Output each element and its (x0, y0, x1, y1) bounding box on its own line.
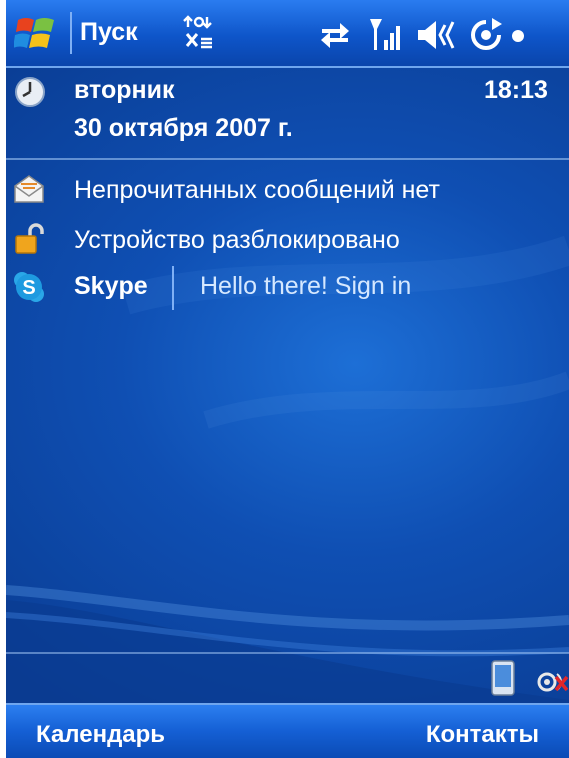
title-bar: Пуск (6, 0, 569, 68)
day-of-week[interactable]: вторник (74, 76, 174, 105)
messages-row[interactable]: Непрочитанных сообщений нет (74, 176, 440, 205)
skype-icon: S (14, 272, 44, 302)
connectivity-icon[interactable] (318, 18, 352, 52)
clock-icon[interactable] (14, 76, 46, 108)
divider (6, 158, 569, 160)
device-icon[interactable] (490, 660, 516, 696)
soft-key-bar: Календарь Контакты (6, 703, 569, 758)
windows-flag-icon[interactable] (14, 10, 58, 56)
time-label[interactable]: 18:13 (484, 76, 548, 105)
skype-name[interactable]: Skype (74, 272, 148, 301)
device-lock-row[interactable]: Устройство разблокировано (74, 226, 400, 255)
skype-status[interactable]: Hello there! Sign in (200, 272, 411, 301)
volume-icon[interactable] (416, 18, 458, 52)
start-button[interactable]: Пуск (80, 18, 138, 47)
status-dot (512, 30, 524, 42)
today-screen: Пуск вторник 30 октября 2007 г. 18:13 Не… (6, 0, 569, 758)
contacts-softkey[interactable]: Контакты (426, 721, 539, 749)
bluetooth-off-icon[interactable] (536, 662, 569, 696)
svg-text:S: S (22, 277, 35, 299)
title-separator (70, 12, 72, 54)
date-label[interactable]: 30 октября 2007 г. (74, 114, 293, 143)
sync-icon[interactable] (466, 16, 506, 54)
signal-icon (370, 19, 400, 50)
notification-icon[interactable] (182, 14, 218, 54)
tray-divider (6, 652, 569, 654)
calendar-softkey[interactable]: Календарь (36, 721, 165, 749)
skype-separator (172, 266, 174, 310)
envelope-icon (14, 175, 44, 203)
padlock-icon (15, 223, 44, 254)
